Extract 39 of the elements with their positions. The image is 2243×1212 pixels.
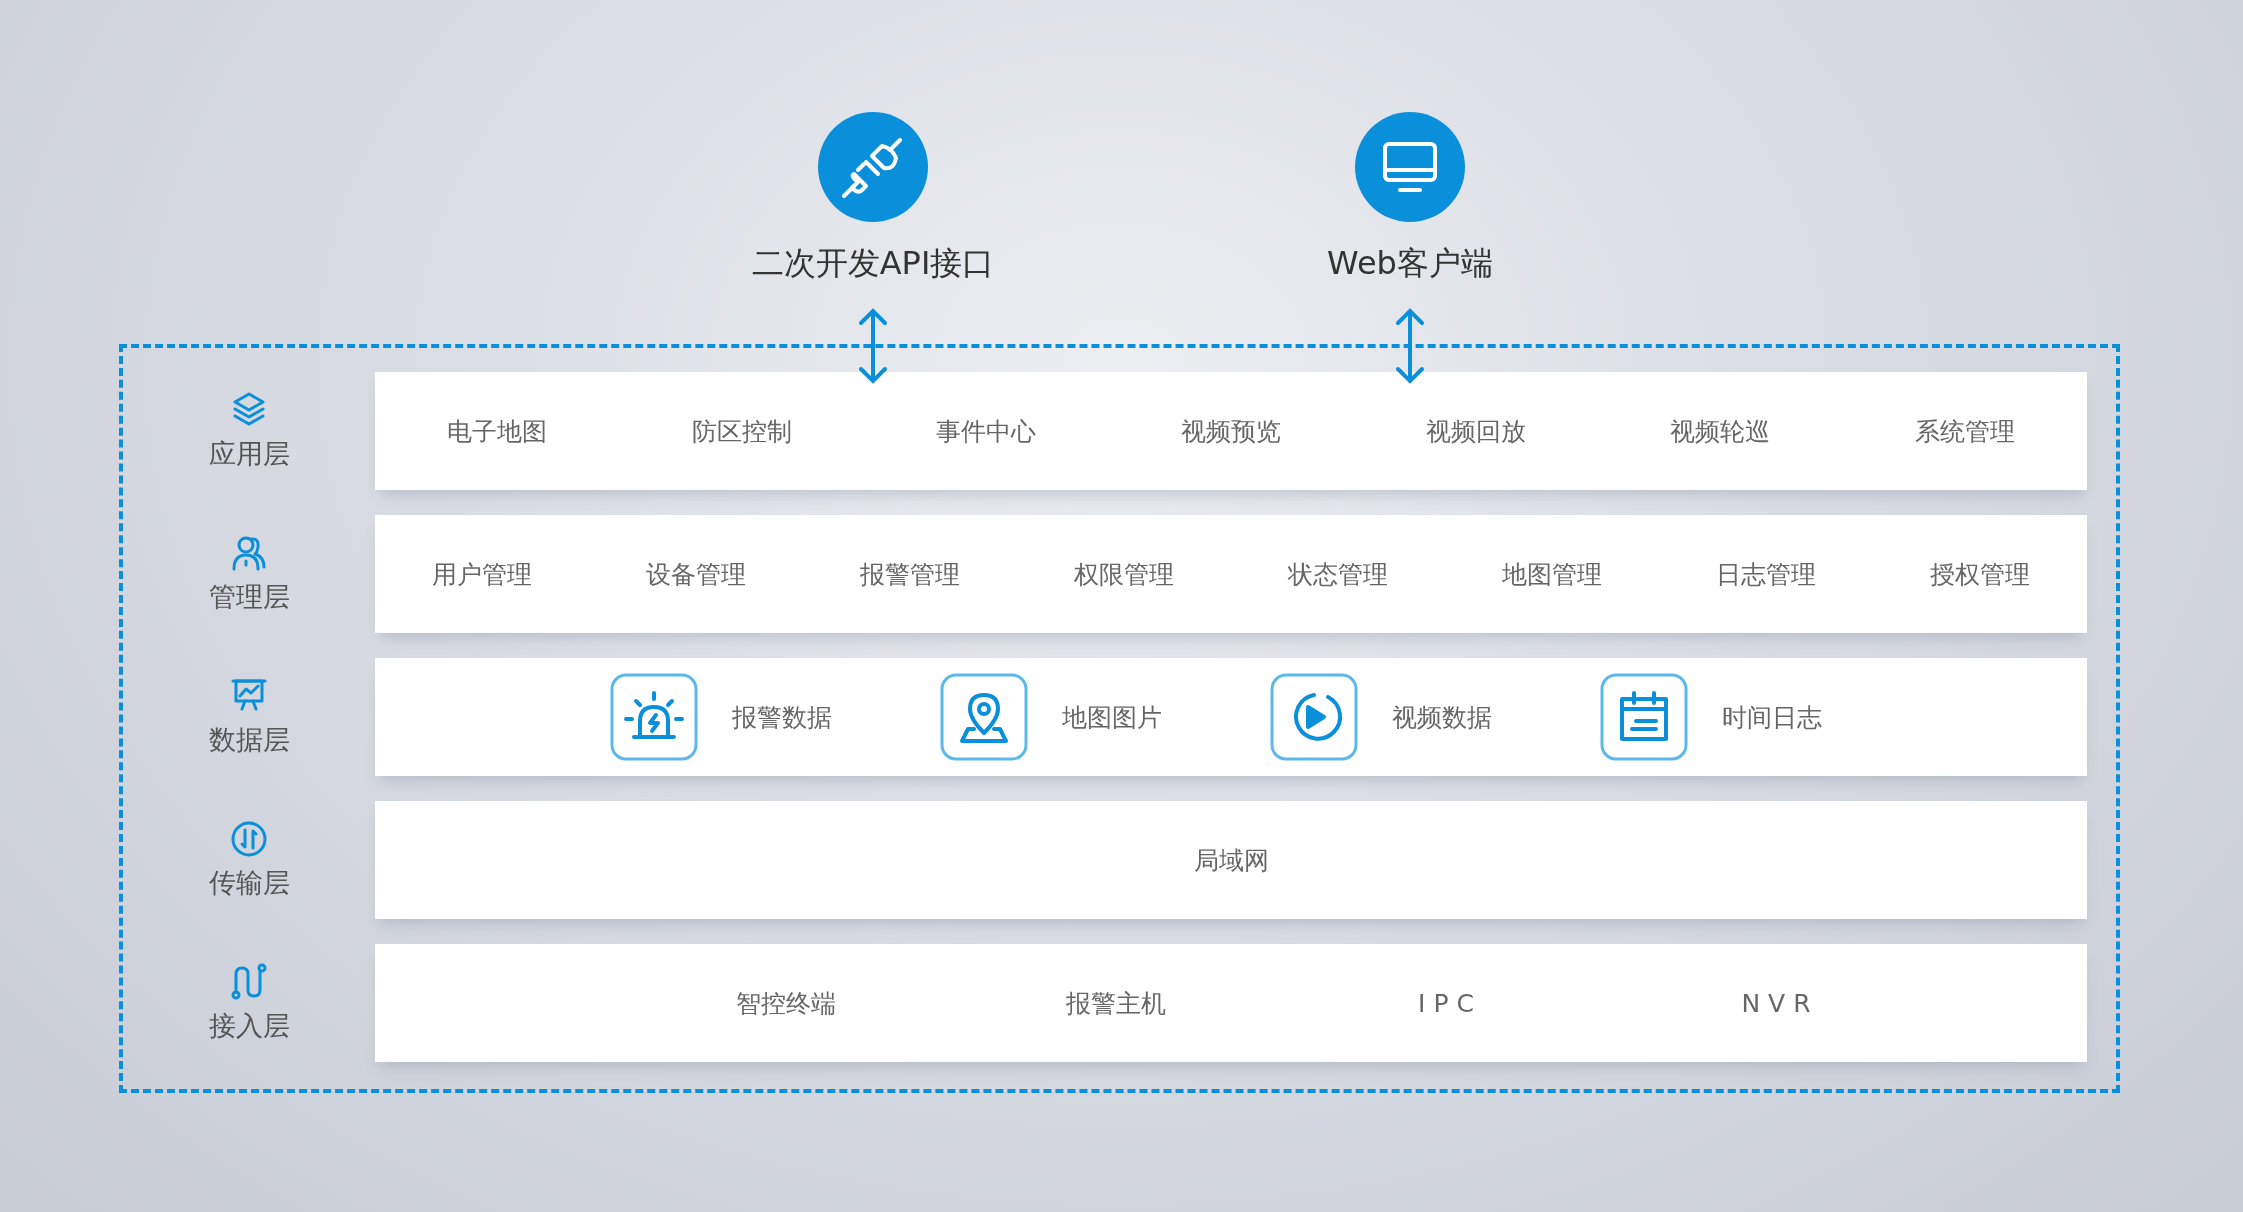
data-label: 视频数据 [1392, 701, 1492, 734]
module-label: 视频预览 [1180, 415, 1281, 448]
module-label: 地图管理 [1502, 558, 1602, 591]
layer-label: 传输层 [208, 866, 290, 900]
module-label: 日志管理 [1716, 558, 1816, 591]
endpoint-label: 二次开发API接口 [751, 243, 995, 284]
module-label: 权限管理 [1074, 558, 1174, 591]
monitor-icon [1355, 112, 1465, 222]
data-label: 报警数据 [732, 701, 832, 734]
route-icon [229, 962, 269, 1002]
layer-label: 接入层 [208, 1009, 290, 1043]
module-label: 报警主机 [1065, 987, 1167, 1020]
module-label: 视频轮巡 [1670, 415, 1771, 448]
module-label: 防区控制 [691, 415, 792, 448]
module-label: 设备管理 [646, 558, 746, 591]
transfer-icon [229, 819, 269, 859]
module-label: 用户管理 [432, 558, 532, 591]
map-pin-icon [940, 673, 1028, 761]
layer-label: 管理层 [208, 580, 290, 614]
module-label: 状态管理 [1288, 558, 1388, 591]
module-label: 报警管理 [860, 558, 960, 591]
data-label: 时间日志 [1722, 701, 1822, 734]
module-label: I P C [1417, 988, 1475, 1018]
data-label: 地图图片 [1062, 701, 1162, 734]
calendar-icon [1600, 673, 1688, 761]
module-label: 智控终端 [735, 987, 837, 1020]
layer-label: 数据层 [208, 723, 290, 757]
module-label: N V R [1740, 988, 1812, 1018]
module-label: 视频回放 [1425, 415, 1526, 448]
module-label: 电子地图 [447, 415, 548, 448]
endpoint-label: Web客户端 [1327, 243, 1493, 284]
module-label: 系统管理 [1914, 415, 2015, 448]
plug-icon [818, 112, 928, 222]
play-icon [1270, 673, 1358, 761]
module-label: 事件中心 [936, 415, 1037, 448]
alarm-light-icon [610, 673, 698, 761]
layer-label: 应用层 [208, 437, 290, 471]
module-label: 局域网 [1193, 844, 1269, 877]
module-label: 授权管理 [1930, 558, 2030, 591]
